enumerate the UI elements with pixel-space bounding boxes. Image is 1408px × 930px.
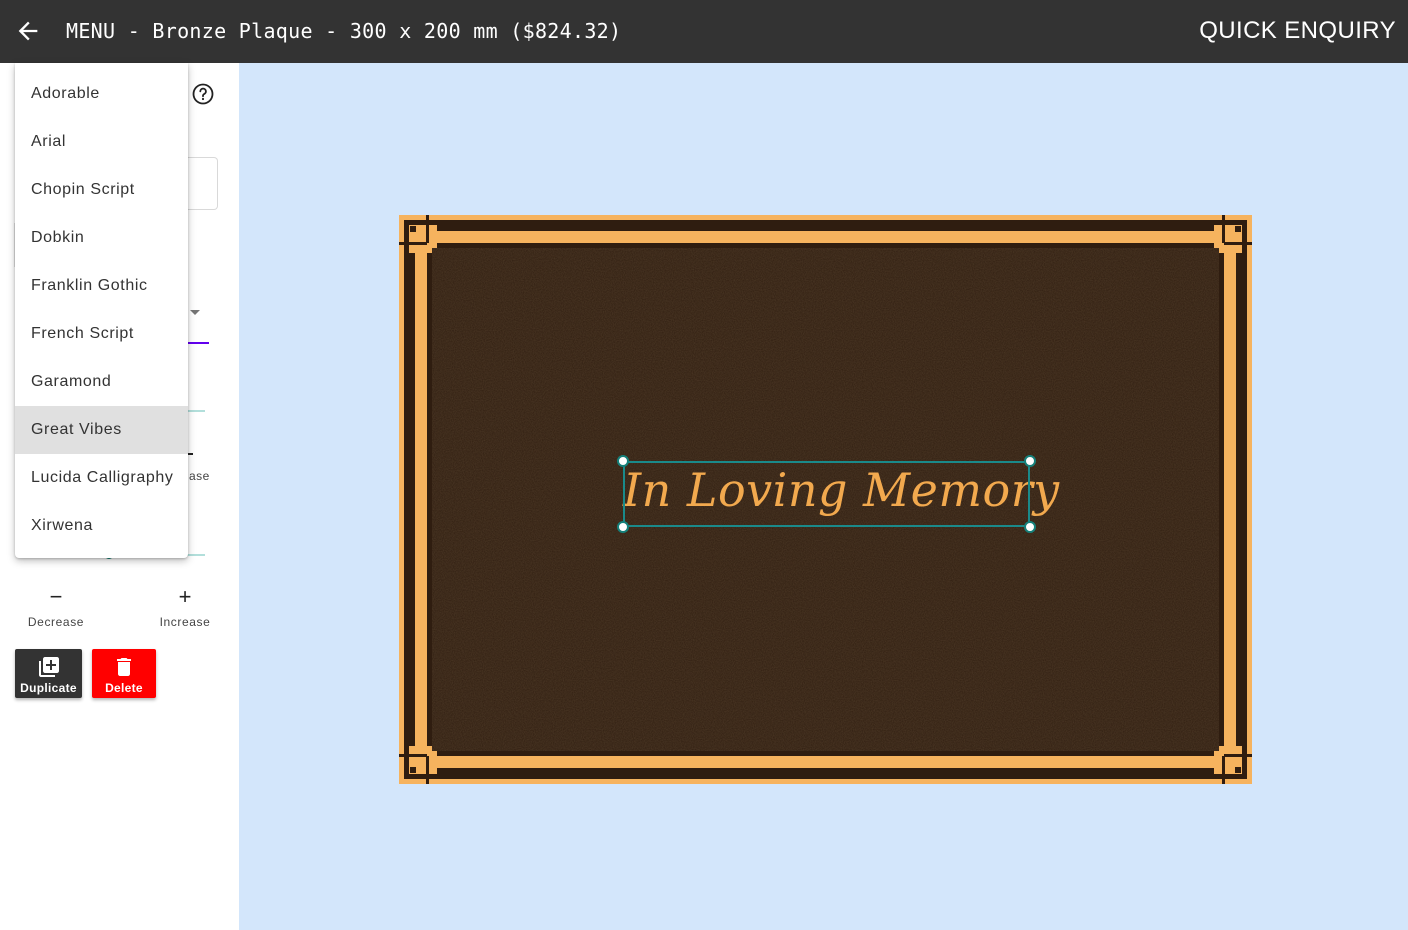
duplicate-button[interactable]: Duplicate [15,649,82,698]
font-select-caret-icon[interactable] [190,310,200,315]
selection-box[interactable] [623,461,1030,527]
font-option[interactable]: Dobkin [15,214,188,262]
font-option[interactable]: Lucida Calligraphy [15,454,188,502]
library-add-icon [38,657,59,677]
arrow-left-icon [18,21,38,41]
page-title: MENU - Bronze Plaque - 300 x 200 mm ($82… [66,19,622,43]
delete-button[interactable]: Delete [92,649,156,698]
decrease-button[interactable]: − Decrease [11,585,101,631]
increase-label: Increase [159,615,211,629]
font-option[interactable]: Garamond [15,358,188,406]
font-option-selected[interactable]: Great Vibes [15,406,188,454]
font-option[interactable]: French Script [15,310,188,358]
increase-label-partial: ase [189,469,210,483]
duplicate-label: Duplicate [20,681,77,695]
help-circle-icon[interactable] [191,82,215,106]
plus-icon: + [178,584,192,609]
font-dropdown-menu: Adorable Arial Chopin Script Dobkin Fran… [15,63,188,558]
trash-icon [117,658,131,676]
resize-handle-bottom-right[interactable] [1024,521,1036,533]
resize-handle-top-right[interactable] [1024,455,1036,467]
minus-icon: − [49,584,63,609]
app-header: MENU - Bronze Plaque - 300 x 200 mm ($82… [0,0,1408,63]
delete-label: Delete [105,681,143,695]
resize-handle-bottom-left[interactable] [617,521,629,533]
decrease-label: Decrease [27,615,85,629]
font-option[interactable]: Franklin Gothic [15,262,188,310]
resize-handle-top-left[interactable] [617,455,629,467]
quick-enquiry-button[interactable]: QUICK ENQUIRY [1199,16,1396,46]
increase-button[interactable]: + Increase [140,585,230,631]
font-option[interactable]: Xirwena [15,502,188,550]
font-option[interactable]: Adorable [15,70,188,118]
back-button[interactable] [14,17,42,45]
font-option[interactable]: Chopin Script [15,166,188,214]
font-option[interactable]: Arial [15,118,188,166]
